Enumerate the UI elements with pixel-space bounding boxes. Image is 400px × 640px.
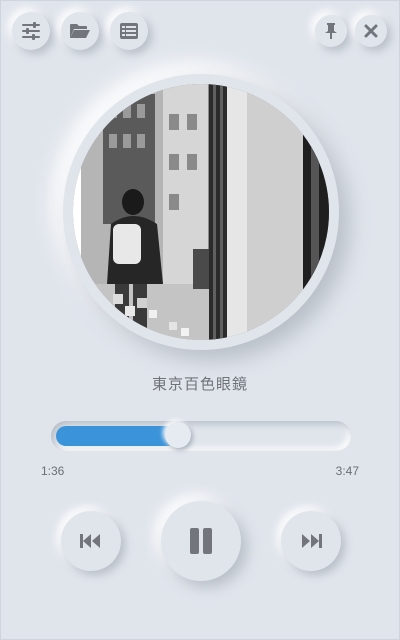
pause-icon: [188, 528, 214, 554]
playlist-button[interactable]: [110, 12, 148, 50]
close-icon: [364, 24, 378, 38]
pin-button[interactable]: [315, 15, 347, 47]
current-time: 1:36: [41, 464, 65, 478]
track-title: 東京百色眼鏡: [151, 375, 248, 393]
skip-forward-icon: [300, 533, 322, 549]
pin-icon: [325, 23, 337, 39]
progress-fill: [56, 426, 178, 446]
close-button[interactable]: [355, 15, 387, 47]
pause-button[interactable]: [161, 501, 241, 581]
album-art: [73, 84, 329, 340]
music-player-window: 東京百色眼鏡 1:36 3:47: [0, 0, 400, 640]
skip-back-icon: [80, 533, 102, 549]
settings-button[interactable]: [12, 12, 50, 50]
open-folder-button[interactable]: [61, 12, 99, 50]
previous-button[interactable]: [61, 511, 121, 571]
next-button[interactable]: [281, 511, 341, 571]
folder-open-icon: [69, 23, 91, 39]
sliders-icon: [21, 22, 41, 40]
total-time: 3:47: [335, 464, 359, 478]
list-icon: [120, 23, 138, 39]
progress-knob[interactable]: [165, 422, 191, 448]
